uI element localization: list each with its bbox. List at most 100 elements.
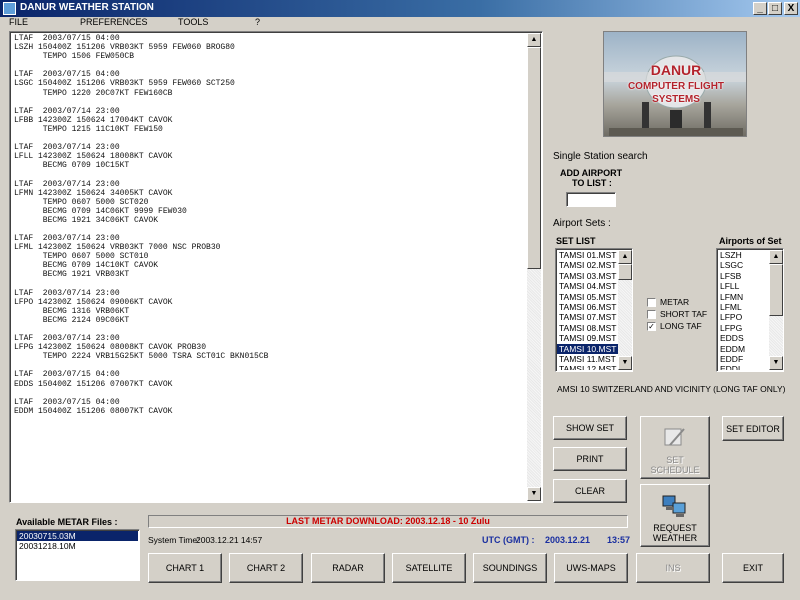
set-list-item[interactable]: TAMSI 03.MST bbox=[557, 271, 619, 281]
ins-button[interactable]: INS bbox=[636, 553, 710, 583]
metar-files-label: Available METAR Files : bbox=[16, 517, 118, 527]
set-list-item[interactable]: TAMSI 04.MST bbox=[557, 281, 619, 291]
scroll-down-icon[interactable]: ▼ bbox=[618, 356, 632, 370]
scroll-thumb[interactable] bbox=[769, 264, 783, 316]
short-taf-checkbox[interactable] bbox=[647, 310, 656, 319]
airport-list-item[interactable]: LFLL bbox=[718, 281, 770, 291]
exit-button[interactable]: EXIT bbox=[722, 553, 784, 583]
logo-subtitle: COMPUTER FLIGHT bbox=[627, 81, 725, 92]
set-schedule-label-2: SCHEDULE bbox=[650, 465, 700, 475]
maximize-button[interactable]: □ bbox=[768, 2, 782, 15]
clear-button[interactable]: CLEAR bbox=[553, 479, 627, 503]
set-list-item[interactable]: TAMSI 02.MST bbox=[557, 260, 619, 270]
scroll-up-icon[interactable]: ▲ bbox=[769, 250, 783, 264]
airports-list[interactable]: LSZH LSGC LFSB LFLL LFMN LFML LFPO LFPG EDDS EDDM… bbox=[716, 248, 784, 372]
set-list-scrollbar[interactable]: ▲ ▼ bbox=[618, 250, 632, 370]
scroll-up-icon[interactable]: ▲ bbox=[618, 250, 632, 264]
menu-file[interactable]: FILE bbox=[9, 17, 28, 27]
request-weather-label-2: WEATHER bbox=[652, 533, 698, 543]
set-list[interactable]: TAMSI 01.MST TAMSI 02.MST TAMSI 03.MST TAMS… bbox=[555, 248, 633, 372]
set-list-item[interactable]: TAMSI 09.MST bbox=[557, 333, 619, 343]
short-taf-option-label: SHORT TAF bbox=[660, 309, 708, 319]
utc-date: 2003.12.21 bbox=[545, 535, 591, 545]
request-weather-label: REQUEST bbox=[653, 523, 697, 533]
metar-file-item[interactable]: 20031218.10M bbox=[17, 541, 138, 551]
airport-list-item[interactable]: LSGC bbox=[718, 260, 770, 270]
scroll-down-icon[interactable]: ▼ bbox=[769, 356, 783, 370]
chart2-button[interactable]: CHART 2 bbox=[229, 553, 303, 583]
satellite-button[interactable]: SATELLITE bbox=[392, 553, 466, 583]
add-airport-input[interactable] bbox=[566, 192, 616, 207]
airport-list-item[interactable]: EDDF bbox=[718, 354, 770, 364]
scroll-thumb[interactable] bbox=[527, 47, 541, 269]
metar-files-list[interactable]: 20030715.03M 20031218.10M bbox=[15, 529, 140, 581]
airport-list-item[interactable]: LFSB bbox=[718, 271, 770, 281]
logo-subtitle-2: SYSTEMS bbox=[652, 94, 700, 105]
radar-button[interactable]: RADAR bbox=[311, 553, 385, 583]
print-button[interactable]: PRINT bbox=[553, 447, 627, 471]
airport-sets-heading: Airport Sets : bbox=[553, 218, 611, 229]
set-list-item[interactable]: TAMSI 01.MST bbox=[557, 250, 619, 260]
request-weather-button[interactable]: REQUEST WEATHER bbox=[640, 484, 710, 547]
window-title: DANUR WEATHER STATION bbox=[20, 2, 154, 13]
set-list-item[interactable]: TAMSI 05.MST bbox=[557, 292, 619, 302]
taf-scrollbar[interactable]: ▲ ▼ bbox=[527, 33, 541, 501]
airport-list-item[interactable]: EDDM bbox=[718, 344, 770, 354]
set-list-items: TAMSI 01.MST TAMSI 02.MST TAMSI 03.MST TAMS… bbox=[557, 250, 619, 370]
system-time-value: 2003.12.21 14:57 bbox=[196, 535, 263, 545]
single-station-heading: Single Station search bbox=[553, 151, 648, 162]
long-taf-checkbox[interactable]: ✓ bbox=[647, 322, 656, 331]
utc-time: 13:57 bbox=[607, 535, 631, 545]
scroll-thumb[interactable] bbox=[618, 264, 632, 280]
set-schedule-label: SET bbox=[666, 455, 684, 465]
airport-list-item[interactable]: LFML bbox=[718, 302, 770, 312]
set-list-item[interactable]: TAMSI 08.MST bbox=[557, 323, 619, 333]
uws-maps-button[interactable]: UWS-MAPS bbox=[554, 553, 628, 583]
add-airport-label: ADD AIRPORT bbox=[560, 168, 623, 178]
airport-list-item[interactable]: LFPO bbox=[718, 312, 770, 322]
last-download-status: LAST METAR DOWNLOAD: 2003.12.18 - 10 Zul… bbox=[148, 515, 628, 528]
metar-file-item[interactable]: 20030715.03M bbox=[17, 531, 138, 542]
long-taf-option-label: LONG TAF bbox=[660, 321, 702, 331]
set-list-item[interactable]: TAMSI 11.MST bbox=[557, 354, 619, 364]
airport-list-item[interactable]: EDDS bbox=[718, 333, 770, 343]
taf-display[interactable]: LTAF 2003/07/15 04:00 LSZH 150400Z 15120… bbox=[9, 31, 543, 503]
close-button[interactable]: X bbox=[784, 2, 798, 15]
system-time-label: System Time: bbox=[148, 535, 200, 545]
set-list-item[interactable]: TAMSI 07.MST bbox=[557, 312, 619, 322]
set-editor-button[interactable]: SET EDITOR bbox=[722, 416, 784, 441]
set-list-item[interactable]: TAMSI 06.MST bbox=[557, 302, 619, 312]
show-set-button[interactable]: SHOW SET bbox=[553, 416, 627, 440]
soundings-button[interactable]: SOUNDINGS bbox=[473, 553, 547, 583]
minimize-button[interactable]: _ bbox=[753, 2, 767, 15]
menu-bar: FILE PREFERENCES TOOLS ? bbox=[0, 17, 800, 29]
set-list-item[interactable]: TAMSI 12.MST bbox=[557, 364, 619, 370]
set-schedule-button[interactable]: SET SCHEDULE bbox=[640, 416, 710, 479]
menu-tools[interactable]: TOOLS bbox=[178, 17, 208, 27]
airports-of-set-label: Airports of Set bbox=[719, 236, 782, 246]
airport-list-item[interactable]: LFMN bbox=[718, 292, 770, 302]
set-list-label: SET LIST bbox=[556, 236, 596, 246]
menu-preferences[interactable]: PREFERENCES bbox=[80, 17, 148, 27]
airports-list-items: LSZH LSGC LFSB LFLL LFMN LFML LFPO LFPG EDDS EDDM… bbox=[718, 250, 770, 370]
scroll-up-icon[interactable]: ▲ bbox=[527, 33, 541, 47]
airport-list-item[interactable]: LFPG bbox=[718, 323, 770, 333]
taf-text: LTAF 2003/07/15 04:00 LSZH 150400Z 15120… bbox=[14, 34, 269, 416]
scroll-down-icon[interactable]: ▼ bbox=[527, 487, 541, 501]
metar-checkbox[interactable] bbox=[647, 298, 656, 307]
airport-list-item[interactable]: LSZH bbox=[718, 250, 770, 260]
airport-list-item[interactable]: EDDL bbox=[718, 364, 770, 370]
add-airport-label-2: TO LIST : bbox=[572, 178, 612, 188]
menu-help[interactable]: ? bbox=[255, 17, 260, 27]
check-icon: ✓ bbox=[648, 322, 655, 331]
app-icon bbox=[3, 2, 16, 15]
metar-option-label: METAR bbox=[660, 297, 690, 307]
set-list-item[interactable]: TAMSI 10.MST bbox=[557, 343, 619, 354]
metar-files-items: 20030715.03M 20031218.10M bbox=[17, 531, 138, 579]
computers-icon bbox=[662, 495, 686, 517]
chart1-button[interactable]: CHART 1 bbox=[148, 553, 222, 583]
set-description: AMSI 10 SWITZERLAND AND VICINITY (LONG T… bbox=[557, 384, 786, 394]
utc-label: UTC (GMT) : bbox=[482, 535, 535, 545]
title-bar: DANUR WEATHER STATION _ □ X bbox=[0, 0, 800, 17]
airports-scrollbar[interactable]: ▲ ▼ bbox=[769, 250, 783, 370]
